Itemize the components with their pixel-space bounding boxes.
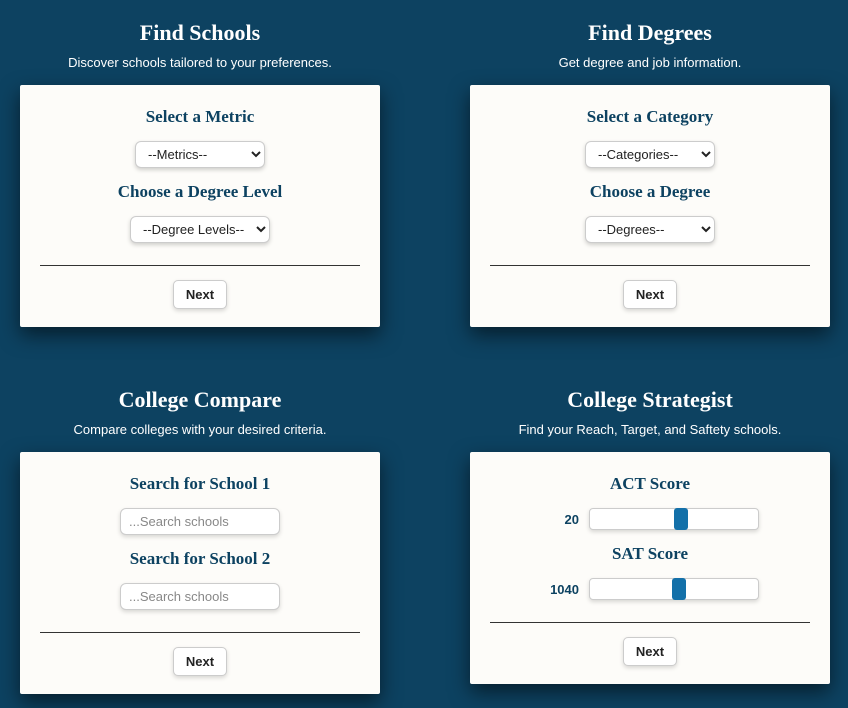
act-slider-row: 20 (490, 508, 810, 530)
school1-field-group: Search for School 1 (40, 474, 360, 535)
divider (40, 632, 360, 633)
category-label: Select a Category (587, 107, 714, 127)
degree-level-select[interactable]: --Degree Levels-- (130, 216, 270, 243)
act-value: 20 (541, 512, 579, 527)
act-field-group: ACT Score 20 (490, 474, 810, 530)
category-select[interactable]: --Categories-- (585, 141, 715, 168)
metric-label: Select a Metric (146, 107, 255, 127)
act-label: ACT Score (610, 474, 690, 494)
divider (40, 265, 360, 266)
college-strategist-tool: College Strategist Find your Reach, Targ… (470, 387, 830, 694)
degree-select[interactable]: --Degrees-- (585, 216, 715, 243)
college-strategist-subtitle: Find your Reach, Target, and Saftety sch… (519, 422, 782, 437)
school1-search-input[interactable] (120, 508, 280, 535)
school2-field-group: Search for School 2 (40, 549, 360, 610)
college-compare-title: College Compare (119, 387, 282, 413)
find-degrees-next-button[interactable]: Next (623, 280, 677, 309)
school1-label: Search for School 1 (130, 474, 271, 494)
act-slider[interactable] (589, 508, 759, 530)
find-degrees-subtitle: Get degree and job information. (559, 55, 742, 70)
divider (490, 622, 810, 623)
sat-slider-row: 1040 (490, 578, 810, 600)
sat-slider[interactable] (589, 578, 759, 600)
find-schools-next-button[interactable]: Next (173, 280, 227, 309)
sat-label: SAT Score (612, 544, 688, 564)
college-compare-card: Search for School 1 Search for School 2 … (20, 452, 380, 694)
sat-value: 1040 (541, 582, 579, 597)
find-schools-title: Find Schools (140, 20, 260, 46)
school2-search-input[interactable] (120, 583, 280, 610)
school2-label: Search for School 2 (130, 549, 271, 569)
find-degrees-tool: Find Degrees Get degree and job informat… (470, 20, 830, 327)
metric-select[interactable]: --Metrics-- (135, 141, 265, 168)
find-schools-tool: Find Schools Discover schools tailored t… (20, 20, 380, 327)
college-strategist-title: College Strategist (567, 387, 733, 413)
find-schools-subtitle: Discover schools tailored to your prefer… (68, 55, 332, 70)
college-compare-subtitle: Compare colleges with your desired crite… (74, 422, 327, 437)
college-strategist-card: ACT Score 20 SAT Score 1040 Next (470, 452, 830, 684)
college-compare-next-button[interactable]: Next (173, 647, 227, 676)
degree-level-label: Choose a Degree Level (118, 182, 282, 202)
find-degrees-title: Find Degrees (588, 20, 712, 46)
college-strategist-next-button[interactable]: Next (623, 637, 677, 666)
find-schools-card: Select a Metric --Metrics-- Choose a Deg… (20, 85, 380, 327)
metric-field-group: Select a Metric --Metrics-- (40, 107, 360, 168)
degree-field-group: Choose a Degree --Degrees-- (490, 182, 810, 243)
divider (490, 265, 810, 266)
find-degrees-card: Select a Category --Categories-- Choose … (470, 85, 830, 327)
category-field-group: Select a Category --Categories-- (490, 107, 810, 168)
sat-field-group: SAT Score 1040 (490, 544, 810, 600)
degree-level-field-group: Choose a Degree Level --Degree Levels-- (40, 182, 360, 243)
degree-label: Choose a Degree (590, 182, 711, 202)
college-compare-tool: College Compare Compare colleges with yo… (20, 387, 380, 694)
